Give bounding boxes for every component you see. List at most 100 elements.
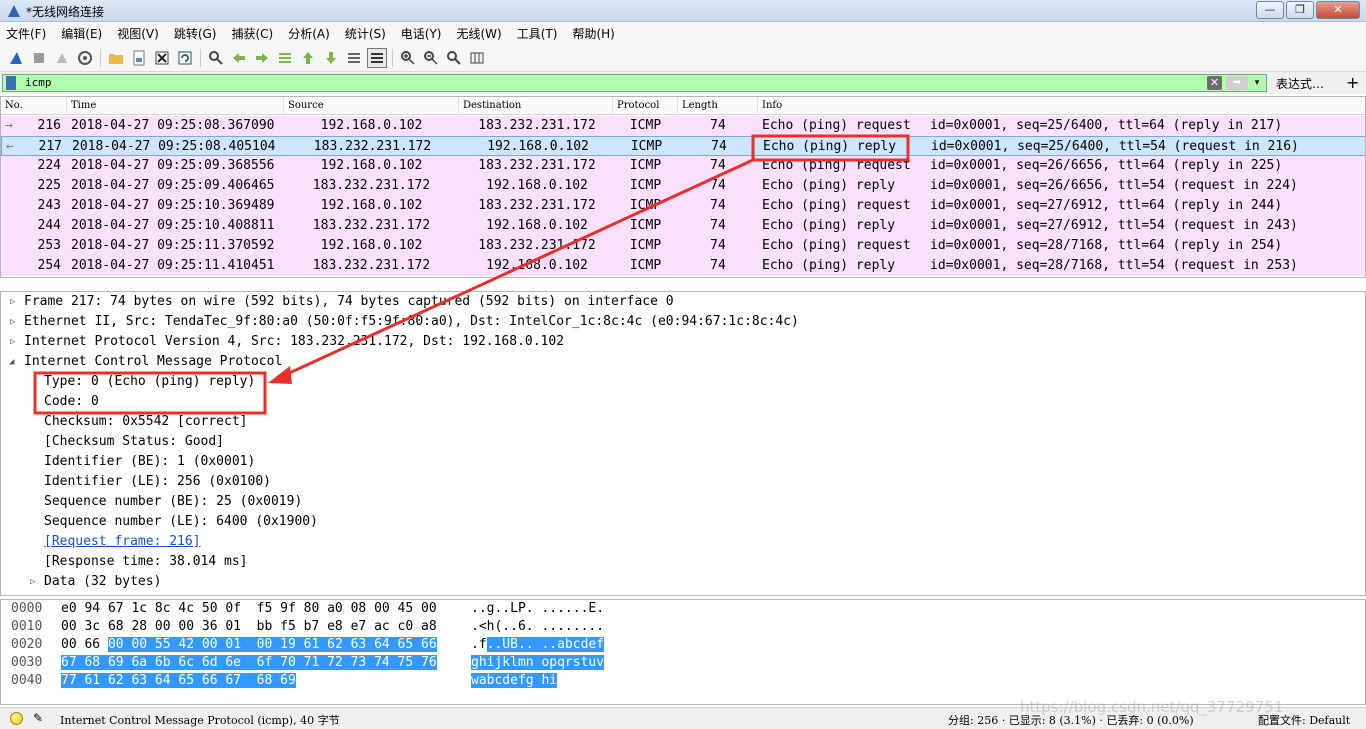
zoom-out-icon[interactable] xyxy=(421,48,441,68)
menu-capture[interactable]: 捕获(C) xyxy=(231,25,273,42)
stop-icon[interactable] xyxy=(29,48,49,68)
expert-info-led-icon[interactable] xyxy=(10,712,23,725)
table-row[interactable]: ← 217 2018-04-27 09:25:08.405104 183.232.23… xyxy=(1,136,1365,156)
first-packet-icon[interactable] xyxy=(298,48,318,68)
icmp-field-code[interactable]: Code: 0 xyxy=(44,392,99,412)
reload-icon[interactable] xyxy=(175,48,195,68)
byte-hex[interactable]: 00 3c 68 28 00 00 36 01 bb f5 b7 e8 e7 a… xyxy=(61,618,437,636)
table-row[interactable]: → 216 2018-04-27 09:25:08.367090 192.168.0.… xyxy=(1,116,1365,136)
icmp-field-sequence-le[interactable]: Sequence number (LE): 6400 (0x1900) xyxy=(44,512,318,532)
cell-destination: 192.168.0.102 xyxy=(486,258,588,273)
menu-file[interactable]: 文件(F) xyxy=(6,25,46,42)
table-row[interactable]: 253 2018-04-27 09:25:11.370592 192.168.0.1… xyxy=(1,236,1365,256)
expand-arrow-icon[interactable]: ▷ xyxy=(10,312,20,332)
cell-protocol: ICMP xyxy=(630,139,663,154)
filter-history-dropdown-icon[interactable]: ▾ xyxy=(1251,76,1263,90)
table-row[interactable]: 225 2018-04-27 09:25:09.406465 183.232.231… xyxy=(1,176,1365,196)
zoom-in-icon[interactable] xyxy=(398,48,418,68)
menu-wireless[interactable]: 无线(W) xyxy=(457,25,502,42)
column-header-info[interactable]: Info xyxy=(758,97,1365,115)
zoom-normal-icon[interactable] xyxy=(444,48,464,68)
back-arrow-icon[interactable] xyxy=(229,48,249,68)
close-file-icon[interactable] xyxy=(152,48,172,68)
cell-info-type: Echo (ping) reply xyxy=(762,258,896,273)
icmp-field-identifier-be[interactable]: Identifier (BE): 1 (0x0001) xyxy=(44,452,255,472)
response-time[interactable]: [Response time: 38.014 ms] xyxy=(44,552,248,572)
column-header-protocol[interactable]: Protocol xyxy=(613,97,678,115)
close-button[interactable]: ✕ xyxy=(1316,1,1360,19)
resize-columns-icon[interactable] xyxy=(467,48,487,68)
cell-destination: 183.232.231.172 xyxy=(478,158,596,173)
restart-icon[interactable] xyxy=(52,48,72,68)
menu-statistics[interactable]: 统计(S) xyxy=(345,25,386,42)
find-icon[interactable] xyxy=(206,48,226,68)
expand-arrow-icon[interactable]: ▷ xyxy=(30,572,40,592)
row-marker xyxy=(5,217,25,235)
open-folder-icon[interactable] xyxy=(106,48,126,68)
table-row[interactable]: 224 2018-04-27 09:25:09.368556 192.168.0.1… xyxy=(1,156,1365,176)
table-row[interactable]: 243 2018-04-27 09:25:10.369489 192.168.0.1… xyxy=(1,196,1365,216)
column-header-no[interactable]: No. xyxy=(1,97,67,115)
minimize-button[interactable]: — xyxy=(1256,1,1284,19)
byte-hex[interactable]: 77 61 62 63 64 65 66 67 68 69 xyxy=(61,672,296,690)
menu-help[interactable]: 帮助(H) xyxy=(572,25,614,42)
filter-text[interactable]: icmp xyxy=(25,76,52,89)
column-header-destination[interactable]: Destination xyxy=(459,97,613,115)
colorize-icon[interactable] xyxy=(367,47,387,68)
byte-hex[interactable]: e0 94 67 1c 8c 4c 50 0f f5 9f 80 a0 08 0… xyxy=(61,600,437,618)
expand-arrow-icon[interactable]: ▷ xyxy=(10,292,20,312)
table-row[interactable]: 254 2018-04-27 09:25:11.410451 183.232.231… xyxy=(1,256,1365,276)
cell-protocol: ICMP xyxy=(629,258,662,273)
cell-source: 183.232.231.172 xyxy=(312,178,431,193)
expression-button[interactable]: 表达式… xyxy=(1276,75,1324,92)
byte-ascii[interactable]: ghijklmn opqrstuv xyxy=(471,654,605,672)
icmp-field-identifier-le[interactable]: Identifier (LE): 256 (0x0100) xyxy=(44,472,271,492)
menu-view[interactable]: 视图(V) xyxy=(117,25,159,42)
icmp-field-sequence-be[interactable]: Sequence number (BE): 25 (0x0019) xyxy=(44,492,302,512)
menu-analyze[interactable]: 分析(A) xyxy=(288,25,330,42)
cell-source: 192.168.0.102 xyxy=(320,118,423,133)
column-header-length[interactable]: Length xyxy=(678,97,758,115)
byte-hex[interactable]: 00 66 00 00 55 42 00 01 00 19 61 62 63 6… xyxy=(61,636,437,654)
clear-filter-icon[interactable]: ✕ xyxy=(1207,76,1222,90)
table-row[interactable]: 244 2018-04-27 09:25:10.408811 183.232.231… xyxy=(1,216,1365,236)
capture-comment-icon[interactable]: ✎ xyxy=(33,711,43,725)
menu-edit[interactable]: 编辑(E) xyxy=(61,25,102,42)
cell-destination: 192.168.0.102 xyxy=(486,178,588,193)
forward-arrow-icon[interactable] xyxy=(252,48,272,68)
cell-length: 74 xyxy=(710,238,726,253)
packet-list-header: No. Time Source Destination Protocol Len… xyxy=(1,97,1365,115)
icmp-field-checksum[interactable]: Checksum: 0x5542 [correct] xyxy=(44,412,248,432)
cell-time: 2018-04-27 09:25:09.368556 xyxy=(71,158,275,173)
options-gear-icon[interactable] xyxy=(75,48,95,68)
icmp-field-checksum-status[interactable]: [Checksum Status: Good] xyxy=(44,432,224,452)
add-filter-button[interactable]: + xyxy=(1346,73,1359,92)
column-header-time[interactable]: Time xyxy=(67,97,284,115)
request-frame-link[interactable]: [Request frame: 216] xyxy=(44,532,201,552)
row-marker: ← xyxy=(6,139,14,154)
menu-telephony[interactable]: 电话(Y) xyxy=(401,25,442,42)
column-header-source[interactable]: Source xyxy=(284,97,459,115)
last-packet-icon[interactable] xyxy=(321,48,341,68)
display-filter-bar: icmp ✕ ➡ ▾ 表达式… + xyxy=(0,72,1366,94)
menu-tools[interactable]: 工具(T) xyxy=(517,25,558,42)
byte-ascii[interactable]: ..g..LP. ......E. xyxy=(471,600,604,618)
icmp-field-type[interactable]: Type: 0 (Echo (ping) reply) xyxy=(44,372,255,392)
maximize-button[interactable]: ❐ xyxy=(1286,1,1314,19)
shark-fin-icon[interactable] xyxy=(6,48,26,68)
byte-ascii[interactable]: wabcdefg hi xyxy=(471,672,558,690)
byte-hex[interactable]: 67 68 69 6a 6b 6c 6d 6e 6f 70 71 72 73 7… xyxy=(61,654,437,672)
bookmark-icon[interactable] xyxy=(6,76,16,90)
collapse-arrow-icon[interactable]: ◢ xyxy=(9,352,19,372)
menu-go[interactable]: 跳转(G) xyxy=(174,25,217,42)
byte-ascii[interactable]: .f..UB.. ..abcdef xyxy=(471,636,605,654)
cell-source: 192.168.0.102 xyxy=(320,158,423,173)
byte-ascii-selected: ghijklmn opqrstuv xyxy=(471,655,605,670)
display-filter-input[interactable]: icmp ✕ ➡ ▾ xyxy=(2,74,1267,92)
apply-filter-arrow-icon[interactable]: ➡ xyxy=(1226,76,1248,90)
go-to-packet-icon[interactable] xyxy=(275,48,295,68)
save-file-icon[interactable] xyxy=(129,48,149,68)
expand-arrow-icon[interactable]: ▷ xyxy=(10,332,20,352)
autoscroll-icon[interactable] xyxy=(344,48,364,68)
byte-ascii[interactable]: .<h(..6. ........ xyxy=(471,618,604,636)
